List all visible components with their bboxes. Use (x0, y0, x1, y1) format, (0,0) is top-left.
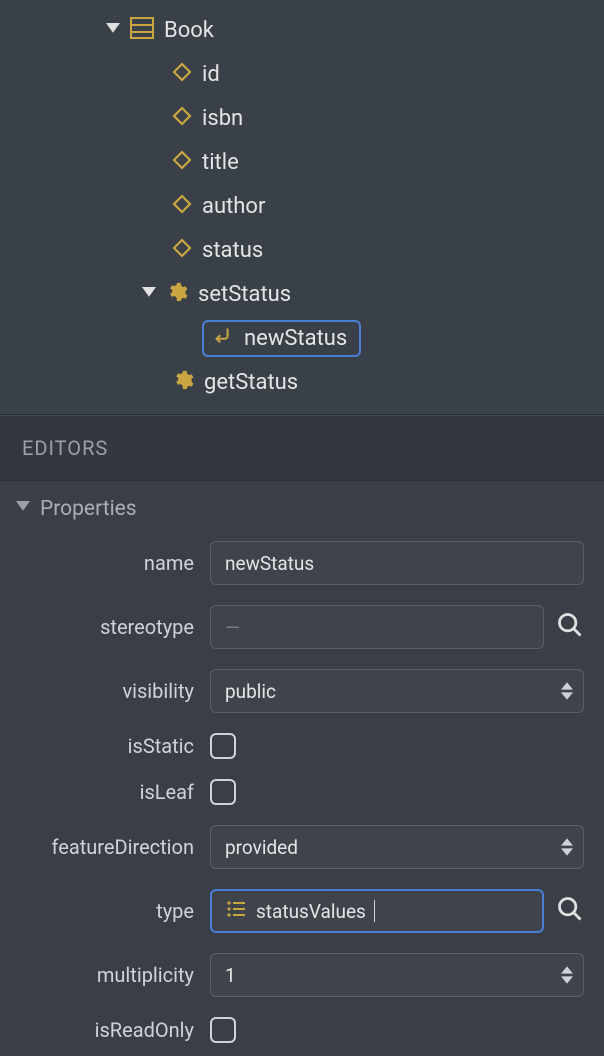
isstatic-label: isStatic (20, 734, 210, 758)
selected-node: newStatus (202, 320, 361, 357)
visibility-select[interactable]: public (210, 669, 584, 713)
diamond-icon (172, 106, 192, 131)
diamond-icon (172, 238, 192, 263)
tree-node-attribute[interactable]: status (0, 228, 604, 272)
isreadonly-checkbox[interactable] (210, 1017, 236, 1043)
tree-label: isbn (202, 106, 243, 131)
isleaf-label: isLeaf (20, 780, 210, 804)
diamond-icon (172, 62, 192, 87)
type-input[interactable]: statusValues (210, 889, 544, 933)
class-icon (130, 17, 154, 44)
tree-node-newstatus[interactable]: newStatus (0, 316, 604, 360)
isleaf-checkbox[interactable] (210, 779, 236, 805)
type-value: statusValues (256, 900, 366, 923)
enum-icon (226, 900, 246, 923)
tree-label: author (202, 194, 265, 219)
model-tree: Book id isbn title author status setStatus n… (0, 0, 604, 415)
select-arrows-icon (561, 682, 573, 700)
gear-icon (172, 369, 194, 396)
tree-node-attribute[interactable]: title (0, 140, 604, 184)
tree-label: id (202, 62, 220, 87)
tree-node-attribute[interactable]: id (0, 52, 604, 96)
diamond-icon (172, 150, 192, 175)
search-icon[interactable] (556, 895, 584, 928)
tree-node-attribute[interactable]: author (0, 184, 604, 228)
visibility-value: public (225, 680, 276, 703)
expander-icon[interactable] (142, 287, 156, 301)
name-label: name (20, 551, 210, 575)
text-caret (374, 900, 375, 922)
tree-label: status (202, 238, 263, 263)
diamond-icon (172, 194, 192, 219)
search-icon[interactable] (556, 611, 584, 644)
tree-label: title (202, 150, 239, 175)
properties-section-header[interactable]: Properties (0, 481, 604, 537)
tree-label: getStatus (204, 370, 298, 395)
featuredirection-value: provided (225, 836, 298, 859)
name-input[interactable]: newStatus (210, 541, 584, 585)
chevron-down-icon (16, 497, 30, 521)
editors-header: EDITORS (0, 415, 604, 481)
tree-node-getstatus[interactable]: getStatus (0, 360, 604, 404)
tree-node-attribute[interactable]: isbn (0, 96, 604, 140)
section-title: Properties (40, 497, 137, 521)
stereotype-placeholder: — (225, 616, 240, 639)
isreadonly-label: isReadOnly (20, 1018, 210, 1042)
multiplicity-select[interactable]: 1 (210, 953, 584, 997)
stereotype-label: stereotype (20, 615, 210, 639)
tree-label: Book (164, 18, 214, 43)
isstatic-checkbox[interactable] (210, 733, 236, 759)
tree-node-book[interactable]: Book (0, 8, 604, 52)
return-icon (212, 325, 234, 352)
featuredirection-label: featureDirection (20, 835, 210, 859)
name-value: newStatus (225, 552, 314, 575)
gear-icon (166, 281, 188, 308)
tree-label: newStatus (244, 326, 347, 351)
select-arrows-icon (561, 966, 573, 984)
properties-form: name newStatus stereotype — visibility p… (0, 537, 604, 1056)
visibility-label: visibility (20, 679, 210, 703)
expander-icon[interactable] (106, 23, 120, 37)
multiplicity-label: multiplicity (20, 963, 210, 987)
type-label: type (20, 899, 210, 923)
tree-node-setstatus[interactable]: setStatus (0, 272, 604, 316)
select-arrows-icon (561, 838, 573, 856)
stereotype-input[interactable]: — (210, 605, 544, 649)
featuredirection-select[interactable]: provided (210, 825, 584, 869)
multiplicity-value: 1 (225, 964, 236, 987)
tree-label: setStatus (198, 282, 291, 307)
